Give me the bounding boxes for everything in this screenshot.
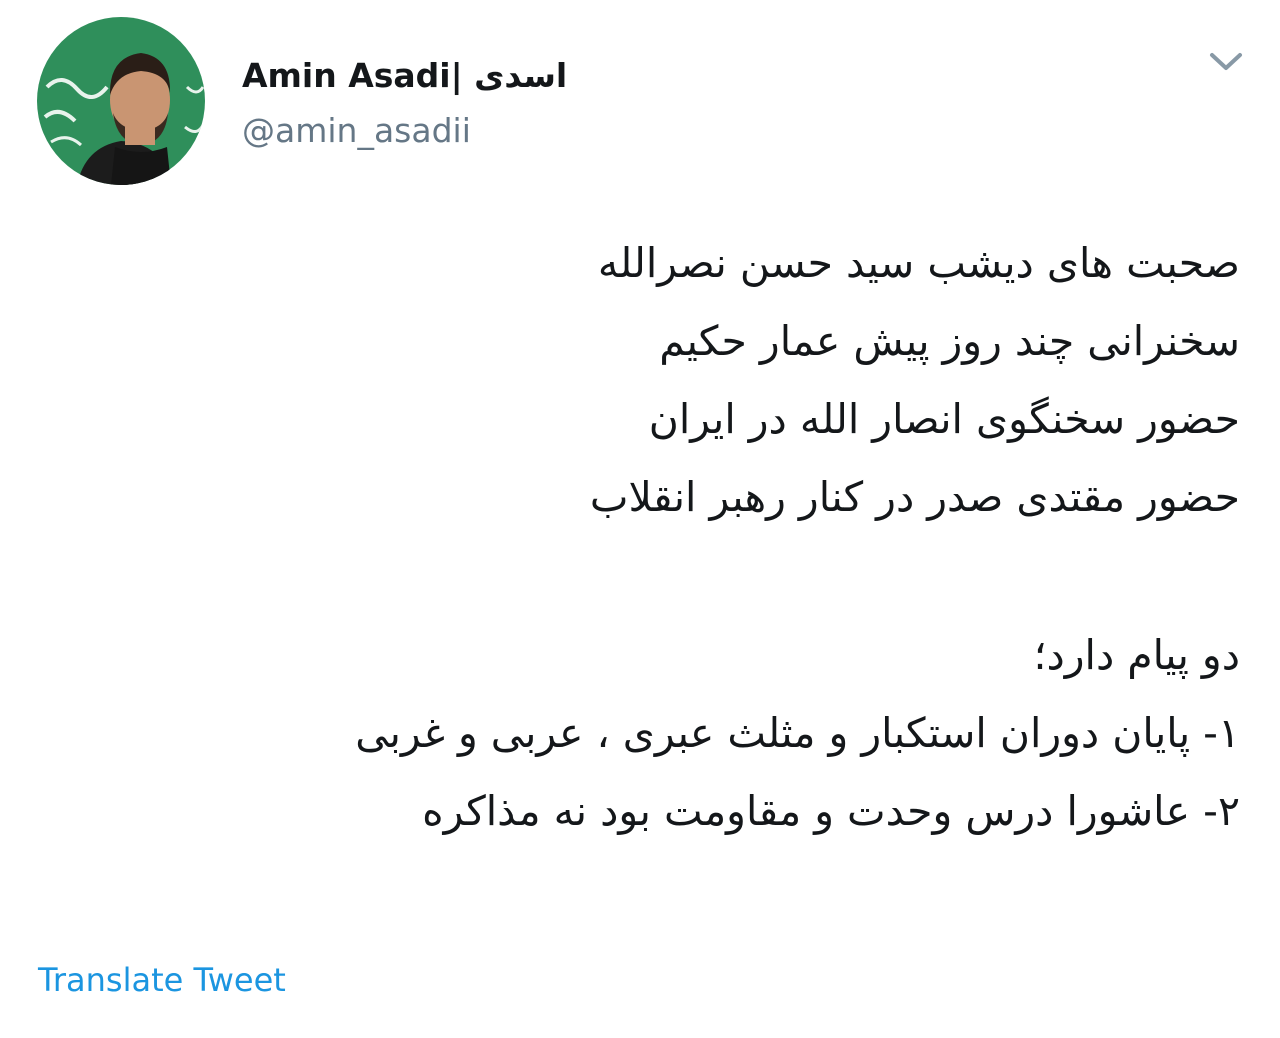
tweet-line: ۱- پایان دوران استکبار و مثلث عبری ، عرب… bbox=[355, 709, 1240, 757]
tweet-line: حضور مقتدی صدر در کنار رهبر انقلاب bbox=[589, 473, 1240, 521]
user-handle[interactable]: @amin_asadii bbox=[242, 107, 471, 155]
tweet-line: صحبت های دیشب سید حسن نصرالله bbox=[597, 239, 1240, 287]
display-name[interactable]: Amin Asadi| اسدی bbox=[242, 52, 567, 100]
paragraph-break bbox=[40, 536, 1240, 616]
translate-tweet-link[interactable]: Translate Tweet bbox=[38, 956, 286, 1004]
tweet-line: دو پیام دارد؛ bbox=[1033, 631, 1240, 679]
avatar[interactable] bbox=[37, 17, 205, 185]
profile-photo bbox=[37, 17, 205, 185]
tweet-text: صحبت های دیشب سید حسن نصرالله سخنرانی چن… bbox=[40, 224, 1240, 850]
tweet-line: حضور سخنگوی انصار الله در ایران bbox=[648, 395, 1240, 443]
tweet-line: سخنرانی چند روز پیش عمار حکیم bbox=[659, 317, 1240, 365]
chevron-down-icon[interactable] bbox=[1206, 46, 1246, 78]
tweet-line: ۲- عاشورا درس وحدت و مقاومت بود نه مذاکر… bbox=[422, 787, 1240, 835]
